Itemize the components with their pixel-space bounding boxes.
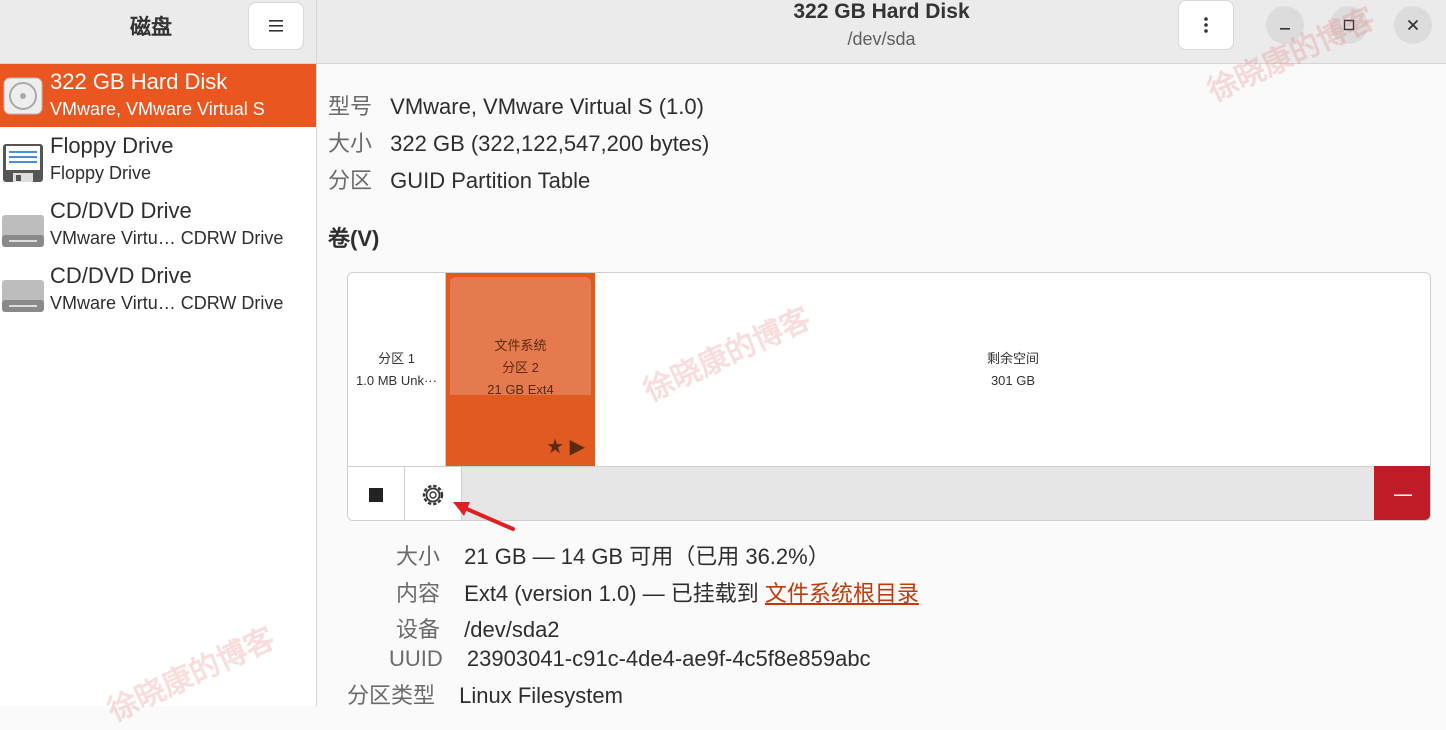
size-value: 322 GB (322,122,547,200 bytes) [390, 131, 710, 156]
volume-uuid-row: UUID 23903041-c91c-4de4-ae9f-4c5f8e859ab… [389, 646, 871, 672]
volume-ptype-row: 分区类型 Linux Filesystem [347, 678, 623, 710]
delete-partition-button[interactable]: — [1374, 466, 1430, 520]
floppy-icon [3, 144, 43, 182]
volume-contents-row: 内容 Ext4 (version 1.0) — 已挂载到 文件系统根目录 [396, 576, 919, 608]
optical-drive-icon [2, 215, 44, 247]
disk-name: CD/DVD Drive [50, 263, 192, 288]
vol-ptype-value: Linux Filesystem [459, 683, 623, 708]
partitioning-label: 分区 [328, 168, 373, 193]
disk-item-floppy[interactable]: Floppy Drive Floppy Drive [0, 128, 316, 191]
vol-contents-value: Ext4 (version 1.0) — 已挂载到 [464, 581, 765, 606]
volume-device-row: 设备 /dev/sda2 [396, 612, 560, 644]
kebab-menu-icon [1204, 17, 1208, 33]
vol-uuid-value: 23903041-c91c-4de4-ae9f-4c5f8e859abc [466, 646, 871, 671]
vol-size-label: 大小 [396, 544, 441, 569]
vol-device-label: 设备 [396, 617, 441, 642]
volume-label: 剩余空间 [986, 350, 1039, 366]
partitioning-value: GUID Partition Table [390, 168, 591, 193]
volumes-title: 卷(V) [328, 226, 380, 251]
disk-name: 322 GB Hard Disk [50, 69, 228, 94]
volume-label: 分区 2 [502, 359, 539, 375]
disk-model-row: 型号 VMware, VMware Virtual S (1.0) [328, 89, 704, 121]
disk-detail: VMware Virtu… CDRW Drive [50, 293, 284, 313]
vol-uuid-label: UUID [389, 646, 443, 671]
optical-drive-icon [2, 280, 44, 312]
hamburger-icon [269, 20, 283, 32]
disk-name: CD/DVD Drive [50, 198, 192, 223]
volume-size: 1.0 MB Unk··· [356, 372, 437, 388]
disk-detail: VMware, VMware Virtual S [50, 99, 265, 119]
disk-partitioning-row: 分区 GUID Partition Table [328, 163, 590, 195]
close-button[interactable] [1394, 6, 1432, 44]
hard-disk-icon [3, 77, 43, 115]
sidebar-header: 磁盘 [0, 0, 316, 64]
volume-badges: ★ ▶ [546, 436, 585, 458]
disk-item-cdrom-1[interactable]: CD/DVD Drive VMware Virtu… CDRW Drive [0, 193, 316, 256]
volume-size: 301 GB [990, 372, 1036, 388]
vol-contents-label: 内容 [396, 581, 441, 606]
disk-name: Floppy Drive [50, 133, 174, 158]
mount-point-link[interactable]: 文件系统根目录 [765, 581, 919, 606]
unmount-button[interactable] [348, 467, 405, 520]
volume-map: 分区 1 1.0 MB Unk··· 文件系统 分区 2 21 GB Ext4 … [347, 272, 1431, 521]
drive-options-button[interactable] [1178, 0, 1234, 50]
disk-detail: VMware Virtu… CDRW Drive [50, 228, 284, 248]
vol-device-value: /dev/sda2 [464, 617, 560, 642]
volume-size-row: 大小 21 GB — 14 GB 可用（已用 36.2%） [396, 539, 830, 571]
disk-size-row: 大小 322 GB (322,122,547,200 bytes) [328, 126, 709, 158]
volume-partition-2[interactable]: 文件系统 分区 2 21 GB Ext4 ★ ▶ [446, 273, 595, 466]
annotation-arrow-icon [453, 502, 515, 531]
model-label: 型号 [328, 94, 373, 119]
volume-partition-1[interactable]: 分区 1 1.0 MB Unk··· [348, 273, 446, 466]
volume-label: 分区 1 [378, 350, 415, 366]
volume-fs-label: 文件系统 [494, 337, 547, 353]
volume-size: 21 GB Ext4 [487, 381, 554, 397]
vol-size-value: 21 GB — 14 GB 可用（已用 36.2%） [464, 544, 830, 569]
vol-ptype-label: 分区类型 [347, 683, 436, 708]
model-value: VMware, VMware Virtual S (1.0) [390, 94, 704, 119]
size-label: 大小 [328, 131, 373, 156]
disk-sidebar: 磁盘 322 GB Hard Disk VMware, VMware Virtu… [0, 0, 317, 706]
close-icon [1407, 19, 1419, 31]
disk-detail: Floppy Drive [50, 163, 152, 183]
stop-icon [369, 487, 383, 502]
disk-item-cdrom-2[interactable]: CD/DVD Drive VMware Virtu… CDRW Drive [0, 258, 316, 321]
main-menu-button[interactable] [248, 2, 304, 50]
disk-item-hard-disk[interactable]: 322 GB Hard Disk VMware, VMware Virtual … [0, 64, 316, 127]
